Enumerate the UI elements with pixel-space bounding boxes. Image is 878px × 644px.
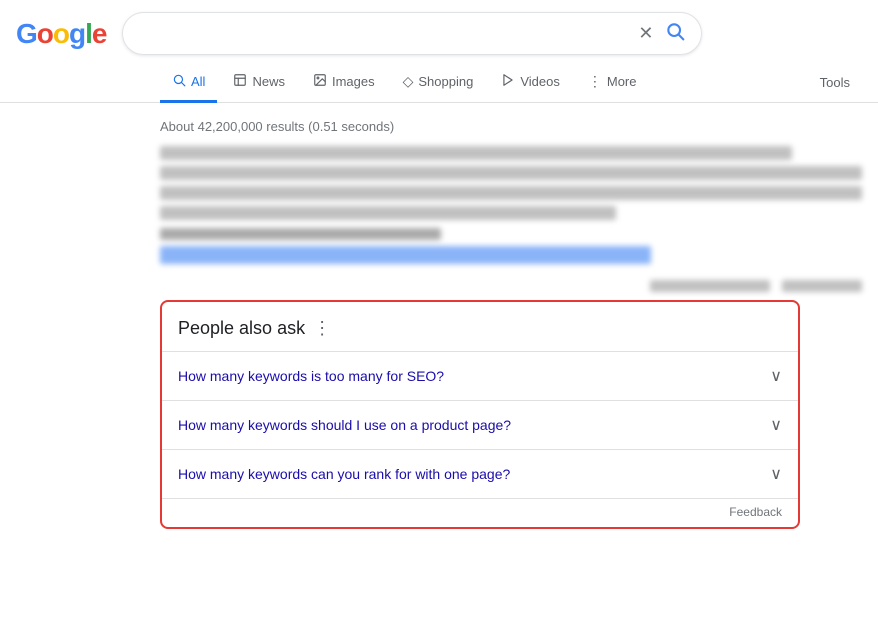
paa-question-2-text: How many keywords should I use on a prod… (178, 417, 511, 433)
search-icon[interactable] (665, 21, 685, 46)
tab-videos[interactable]: Videos (489, 63, 572, 103)
tools-tab[interactable]: Tools (808, 65, 862, 100)
tab-shopping[interactable]: ◇ Shopping (391, 63, 486, 103)
images-tab-icon (313, 73, 327, 90)
paa-question-2[interactable]: How many keywords should I use on a prod… (162, 400, 798, 449)
tab-images-label: Images (332, 74, 375, 89)
tab-videos-label: Videos (520, 74, 560, 89)
shopping-tab-icon: ◇ (403, 73, 414, 90)
results-count: About 42,200,000 results (0.51 seconds) (160, 119, 862, 134)
paa-feedback[interactable]: Feedback (162, 498, 798, 527)
search-bar: how many seo keywords per page ✕ (122, 12, 702, 55)
blurred-feedback-row (160, 280, 862, 292)
tab-images[interactable]: Images (301, 63, 387, 103)
paa-chevron-3-icon: ∨ (770, 464, 782, 484)
search-result-1 (160, 146, 862, 264)
paa-chevron-1-icon: ∨ (770, 366, 782, 386)
search-input[interactable]: how many seo keywords per page (139, 25, 638, 43)
content-area: About 42,200,000 results (0.51 seconds) … (0, 103, 878, 545)
paa-header: People also ask ⋮ (162, 318, 798, 351)
header: Google how many seo keywords per page ✕ (0, 0, 878, 55)
videos-tab-icon (501, 73, 515, 90)
tab-more[interactable]: ⋮ More (576, 63, 649, 103)
more-tab-icon: ⋮ (588, 73, 602, 90)
news-tab-icon (233, 73, 247, 90)
people-also-ask-box: People also ask ⋮ How many keywords is t… (160, 300, 800, 529)
tab-more-label: More (607, 74, 637, 89)
nav-tabs: All News Images ◇ Shopping Videos ⋮ More… (0, 63, 878, 103)
paa-chevron-2-icon: ∨ (770, 415, 782, 435)
tab-all[interactable]: All (160, 63, 217, 103)
tab-shopping-label: Shopping (418, 74, 473, 89)
tab-news[interactable]: News (221, 63, 297, 103)
tab-all-label: All (191, 74, 205, 89)
paa-question-1-text: How many keywords is too many for SEO? (178, 368, 444, 384)
tab-news-label: News (252, 74, 285, 89)
clear-icon[interactable]: ✕ (638, 23, 653, 44)
google-logo: Google (16, 18, 106, 50)
paa-title: People also ask (178, 318, 305, 339)
paa-options-icon[interactable]: ⋮ (313, 318, 331, 339)
search-tab-icon (172, 73, 186, 90)
paa-question-1[interactable]: How many keywords is too many for SEO? ∨ (162, 351, 798, 400)
paa-question-3-text: How many keywords can you rank for with … (178, 466, 510, 482)
paa-question-3[interactable]: How many keywords can you rank for with … (162, 449, 798, 498)
